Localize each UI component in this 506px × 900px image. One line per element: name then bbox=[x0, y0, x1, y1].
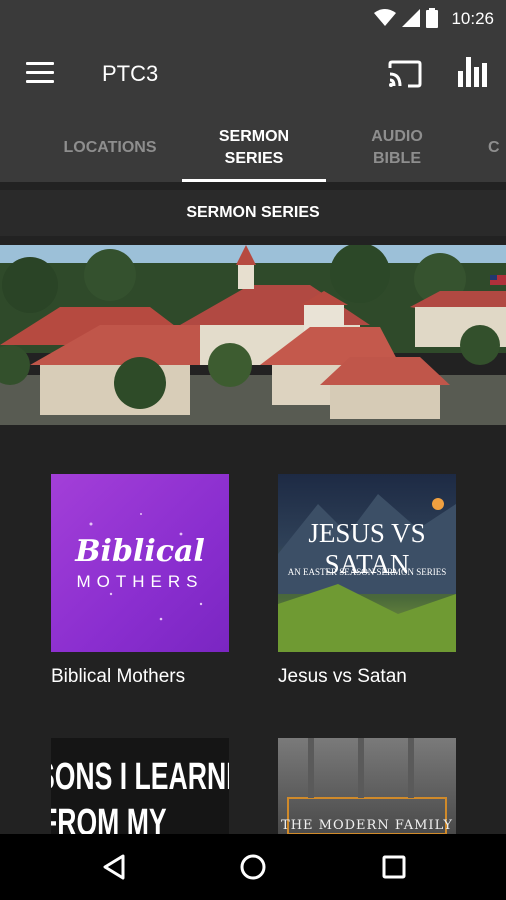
church-banner-image bbox=[0, 245, 506, 425]
tab-audio-bible[interactable]: AUDIO BIBLE bbox=[327, 114, 467, 182]
series-artwork: JESUS VS SATAN AN EASTER SEASON SERMON S… bbox=[278, 474, 456, 652]
clock: 10:26 bbox=[451, 9, 494, 28]
series-card[interactable]: SONS I LEARNED FROM MY bbox=[51, 738, 229, 834]
cellular-signal-icon bbox=[402, 9, 420, 27]
tab-locations[interactable]: LOCATIONS bbox=[40, 114, 180, 182]
series-title: Jesus vs Satan bbox=[278, 666, 407, 687]
home-circle-icon bbox=[240, 854, 266, 880]
back-button[interactable] bbox=[84, 834, 144, 900]
tab-partial-right[interactable]: C bbox=[488, 114, 506, 182]
app-bar: PTC3 bbox=[0, 36, 506, 114]
hamburger-menu-icon[interactable] bbox=[26, 62, 54, 86]
artwork-text-line: SONS I LEARNED bbox=[51, 756, 229, 798]
artwork-title: Biblical bbox=[75, 534, 205, 569]
tab-audio-bible-label: AUDIO BIBLE bbox=[371, 128, 423, 167]
series-card[interactable]: Biblical MOTHERS Biblical Mothers bbox=[51, 474, 229, 688]
tab-bar: E! LOCATIONS SERMON SERIES AUDIO BIBLE C bbox=[0, 114, 506, 182]
section-title: SERMON SERIES bbox=[0, 190, 506, 236]
artwork-title: THE MODERN FAMILY bbox=[281, 818, 453, 833]
artwork-text-line: FROM MY bbox=[51, 802, 167, 834]
tab-sermon-series-label: SERMON SERIES bbox=[218, 128, 290, 167]
recents-square-icon bbox=[382, 855, 406, 879]
recents-button[interactable] bbox=[364, 834, 424, 900]
series-title: Biblical Mothers bbox=[51, 666, 186, 687]
status-bar: 10:26 bbox=[0, 0, 506, 36]
artwork-subtitle: AN EASTER SEASON SERMON SERIES bbox=[287, 567, 447, 577]
status-icons bbox=[374, 8, 438, 28]
bar-chart-icon[interactable] bbox=[458, 57, 488, 89]
series-card[interactable]: JESUS VS SATAN AN EASTER SEASON SERMON S… bbox=[278, 474, 456, 688]
series-artwork: Biblical MOTHERS bbox=[51, 474, 229, 652]
app-title: PTC3 bbox=[102, 61, 159, 86]
system-nav-bar bbox=[0, 834, 506, 900]
series-card[interactable]: THE MODERN FAMILY bbox=[278, 738, 456, 834]
artwork-subtitle: MOTHERS bbox=[76, 572, 204, 591]
tab-sermon-series[interactable]: SERMON SERIES bbox=[182, 114, 326, 182]
cast-icon[interactable] bbox=[388, 60, 422, 88]
series-artwork: SONS I LEARNED FROM MY bbox=[51, 738, 229, 834]
back-triangle-icon bbox=[103, 854, 125, 880]
wifi-icon bbox=[374, 9, 396, 26]
battery-icon bbox=[426, 8, 438, 28]
series-artwork: THE MODERN FAMILY bbox=[278, 738, 456, 834]
tab-partial-left[interactable]: E! bbox=[0, 114, 14, 182]
home-button[interactable] bbox=[223, 834, 283, 900]
